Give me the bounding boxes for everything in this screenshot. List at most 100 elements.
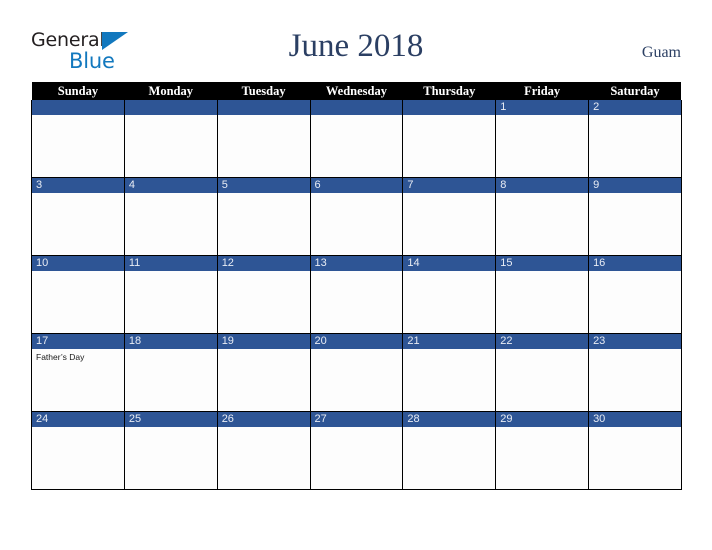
day-number: 14	[403, 256, 496, 271]
calendar-weekday-header-row: Sunday Monday Tuesday Wednesday Thursday…	[31, 82, 682, 100]
calendar-day-cell[interactable]: 5	[216, 177, 311, 256]
day-number: 17	[32, 334, 124, 349]
day-cell-inner: 15	[496, 256, 589, 333]
calendar-day-cell[interactable]	[309, 100, 404, 178]
calendar-week-row: 17 Father’s Day 18 19 20 21 22 23	[31, 333, 682, 412]
day-cell-inner: 27	[310, 412, 403, 489]
calendar-day-cell[interactable]: 15	[495, 255, 590, 334]
calendar-day-cell[interactable]: 20	[309, 333, 404, 412]
calendar-day-cell[interactable]: 14	[402, 255, 497, 334]
calendar-day-cell[interactable]: 1	[495, 100, 590, 178]
day-number: 16	[589, 256, 681, 271]
calendar-day-cell[interactable]	[31, 100, 125, 178]
calendar-event[interactable]: Father’s Day	[36, 352, 121, 363]
calendar-grid: Sunday Monday Tuesday Wednesday Thursday…	[31, 82, 682, 490]
day-number: 29	[496, 412, 589, 427]
day-events	[311, 349, 403, 352]
calendar-day-cell[interactable]: 8	[495, 177, 590, 256]
calendar-day-cell[interactable]: 10	[31, 255, 125, 334]
day-cell-inner: 3	[32, 178, 124, 255]
calendar-day-cell[interactable]: 28	[402, 411, 497, 490]
day-number	[217, 100, 310, 115]
day-number: 1	[496, 100, 589, 115]
day-events	[125, 427, 217, 430]
day-cell-inner: 11	[124, 256, 217, 333]
calendar-day-cell[interactable]: 7	[402, 177, 497, 256]
day-cell-inner: 21	[403, 334, 496, 411]
day-events	[311, 193, 403, 196]
day-number	[32, 100, 124, 115]
day-number: 11	[124, 256, 217, 271]
day-events	[32, 193, 124, 196]
day-events	[125, 349, 217, 352]
day-number: 27	[310, 412, 403, 427]
calendar-day-cell[interactable]: 18	[123, 333, 218, 412]
day-events	[496, 115, 588, 118]
day-cell-inner: 29	[496, 412, 589, 489]
calendar-day-cell[interactable]: 23	[588, 333, 682, 412]
day-number: 5	[217, 178, 310, 193]
day-events	[32, 115, 124, 118]
calendar-day-cell[interactable]: 3	[31, 177, 125, 256]
calendar-day-cell[interactable]: 19	[216, 333, 311, 412]
day-number	[310, 100, 403, 115]
day-cell-inner: 28	[403, 412, 496, 489]
day-number: 8	[496, 178, 589, 193]
day-cell-inner	[32, 100, 124, 177]
calendar-day-cell[interactable]: 16	[588, 255, 682, 334]
day-events	[589, 349, 681, 352]
day-number: 6	[310, 178, 403, 193]
calendar-day-cell[interactable]: 17 Father’s Day	[31, 333, 125, 412]
day-number: 20	[310, 334, 403, 349]
day-events	[218, 349, 310, 352]
day-cell-inner: 12	[217, 256, 310, 333]
calendar-day-cell[interactable]: 30	[588, 411, 682, 490]
day-events: Father’s Day	[32, 349, 124, 363]
calendar-day-cell[interactable]	[123, 100, 218, 178]
calendar-day-cell[interactable]: 11	[123, 255, 218, 334]
day-number: 26	[217, 412, 310, 427]
day-cell-inner: 10	[32, 256, 124, 333]
day-number: 25	[124, 412, 217, 427]
calendar-day-cell[interactable]: 21	[402, 333, 497, 412]
day-cell-inner: 30	[589, 412, 681, 489]
day-events	[125, 115, 217, 118]
day-cell-inner: 23	[589, 334, 681, 411]
day-events	[32, 271, 124, 274]
calendar-day-cell[interactable]	[216, 100, 311, 178]
day-number: 9	[589, 178, 681, 193]
calendar-day-cell[interactable]: 26	[216, 411, 311, 490]
day-events	[589, 115, 681, 118]
calendar-day-cell[interactable]	[402, 100, 497, 178]
calendar-day-cell[interactable]: 2	[588, 100, 682, 178]
day-number: 23	[589, 334, 681, 349]
page-title: June 2018	[288, 28, 424, 64]
calendar-week-row: 12	[31, 100, 682, 178]
day-cell-inner: 13	[310, 256, 403, 333]
calendar-day-cell[interactable]: 27	[309, 411, 404, 490]
day-cell-inner: 24	[32, 412, 124, 489]
calendar-week-row: 24 25 26 27 28 29 30	[31, 411, 682, 490]
day-number	[403, 100, 496, 115]
day-cell-inner: 2	[589, 100, 681, 177]
day-number: 21	[403, 334, 496, 349]
day-events	[496, 427, 588, 430]
day-cell-inner: 26	[217, 412, 310, 489]
calendar-day-cell[interactable]: 29	[495, 411, 590, 490]
day-events	[218, 193, 310, 196]
day-events	[125, 193, 217, 196]
calendar-day-cell[interactable]: 4	[123, 177, 218, 256]
day-number: 22	[496, 334, 589, 349]
day-number	[124, 100, 217, 115]
calendar-day-cell[interactable]: 22	[495, 333, 590, 412]
calendar-day-cell[interactable]: 6	[309, 177, 404, 256]
calendar-day-cell[interactable]: 13	[309, 255, 404, 334]
calendar-day-cell[interactable]: 12	[216, 255, 311, 334]
day-cell-inner: 8	[496, 178, 589, 255]
calendar-day-cell[interactable]: 9	[588, 177, 682, 256]
calendar-day-cell[interactable]: 25	[123, 411, 218, 490]
day-events	[403, 115, 495, 118]
day-events	[311, 427, 403, 430]
calendar-day-cell[interactable]: 24	[31, 411, 125, 490]
day-events	[218, 271, 310, 274]
